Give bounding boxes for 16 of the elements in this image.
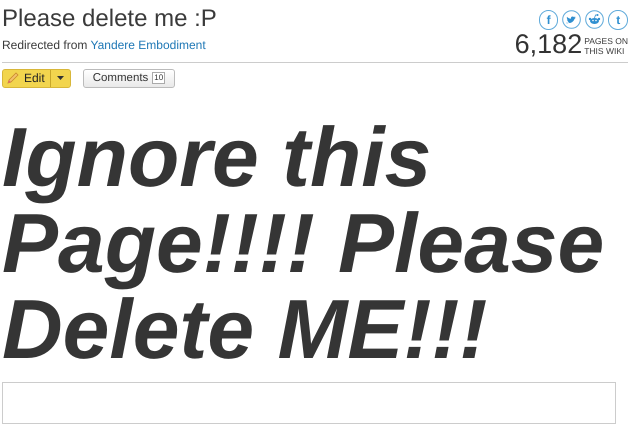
page-title: Please delete me :P xyxy=(2,4,217,34)
alien-face-icon[interactable] xyxy=(585,10,604,29)
edit-button[interactable]: Edit xyxy=(3,70,50,87)
count-label: THIS WIKI xyxy=(584,46,626,56)
page-count: 6,182 xyxy=(514,32,582,56)
comments-button[interactable]: Comments 10 xyxy=(82,68,176,88)
page-heading: Ignore this Page!!!! Please Delete ME!!! xyxy=(2,114,606,372)
redirect-link[interactable]: Yandere Embodiment xyxy=(90,38,206,52)
caret-icon xyxy=(56,76,64,80)
count-label: PAGES ON xyxy=(584,36,628,46)
tumblr-share-button[interactable]: t xyxy=(608,10,628,30)
pencil-icon xyxy=(7,72,21,84)
comment-count: 10 xyxy=(152,72,166,84)
facebook-share-button[interactable]: f xyxy=(538,10,558,30)
redirect-note: Redirected from Yandere Embodiment xyxy=(2,38,207,52)
bird-icon[interactable] xyxy=(562,10,582,29)
